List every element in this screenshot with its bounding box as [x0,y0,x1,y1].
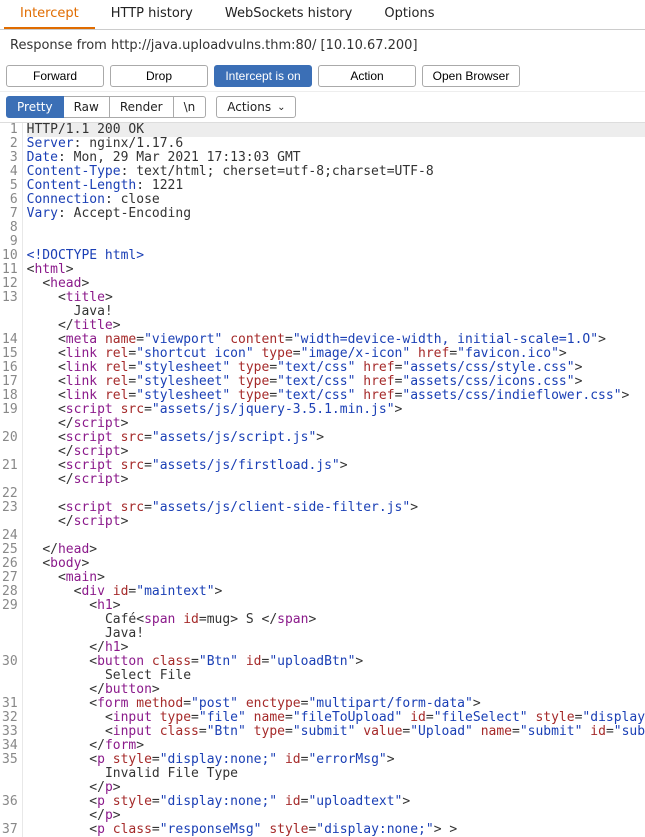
intercept-toggle[interactable]: Intercept is on [214,65,312,87]
request-info: Response from http://java.uploadvulns.th… [0,30,645,61]
view-render[interactable]: Render [110,96,174,118]
tab-options[interactable]: Options [368,0,450,29]
main-tabs: Intercept HTTP history WebSockets histor… [0,0,645,30]
view-mode-row: Pretty Raw Render \n Actions ⌄ [0,92,645,123]
view-raw[interactable]: Raw [64,96,110,118]
line-gutter: 1234567891011121314151617181920212223242… [0,123,23,837]
actions-label: Actions [227,100,271,114]
tab-http-history[interactable]: HTTP history [95,0,209,29]
code-viewer[interactable]: 1234567891011121314151617181920212223242… [0,123,645,837]
action-button[interactable]: Action [318,65,416,87]
tab-intercept[interactable]: Intercept [4,0,95,29]
code-content[interactable]: HTTP/1.1 200 OKServer: nginx/1.17.6Date:… [23,123,645,837]
action-buttons: Forward Drop Intercept is on Action Open… [0,61,645,92]
forward-button[interactable]: Forward [6,65,104,87]
drop-button[interactable]: Drop [110,65,208,87]
view-newline[interactable]: \n [174,96,207,118]
actions-dropdown[interactable]: Actions ⌄ [216,96,296,118]
tab-websockets-history[interactable]: WebSockets history [209,0,368,29]
open-browser-button[interactable]: Open Browser [422,65,520,87]
view-pretty[interactable]: Pretty [6,96,64,118]
chevron-down-icon: ⌄ [277,102,285,113]
